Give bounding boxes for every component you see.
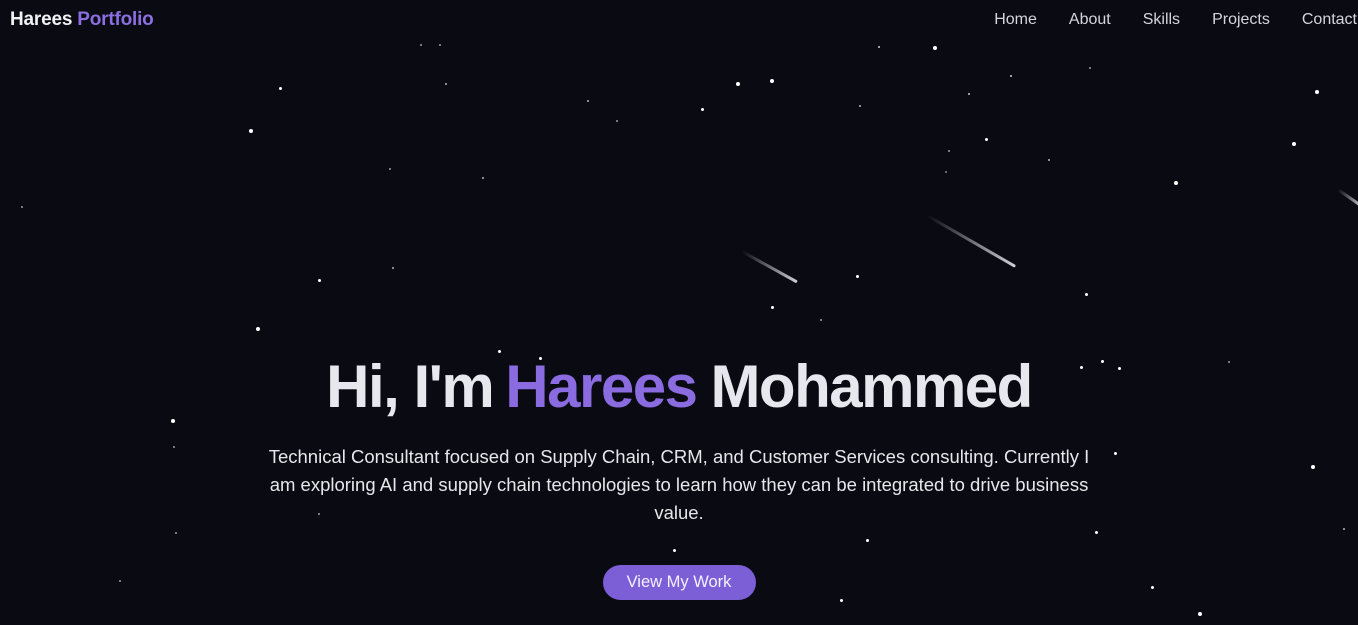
hero-subtitle: Technical Consultant focused on Supply C… <box>268 446 1090 523</box>
star <box>948 150 950 152</box>
star <box>856 275 859 278</box>
hero-title: Hi, I'm Harees Mohammed <box>326 352 1033 422</box>
star <box>945 171 947 173</box>
star <box>1198 612 1202 616</box>
star <box>770 79 774 83</box>
shooting-star <box>741 250 798 284</box>
brand-name: Harees <box>10 9 73 30</box>
nav-link-contact[interactable]: Contact <box>1302 11 1357 29</box>
brand-portfolio: Portfolio <box>77 9 154 30</box>
star <box>985 138 988 141</box>
hero-title-accent: Harees <box>505 353 698 420</box>
nav-link-projects[interactable]: Projects <box>1212 11 1270 29</box>
nav-link-about[interactable]: About <box>1069 11 1111 29</box>
star <box>1048 159 1050 161</box>
star <box>392 267 394 269</box>
star <box>482 177 484 179</box>
star <box>21 206 23 208</box>
star <box>701 108 704 111</box>
star <box>445 83 447 85</box>
star <box>420 44 422 46</box>
star <box>933 46 937 50</box>
star <box>616 120 618 122</box>
nav-link-skills[interactable]: Skills <box>1143 11 1180 29</box>
brand-logo[interactable]: Harees Portfolio <box>10 9 154 31</box>
star <box>859 105 861 107</box>
star <box>1089 67 1091 69</box>
star <box>1010 75 1012 77</box>
star <box>820 319 822 321</box>
shooting-star <box>926 214 1017 268</box>
star <box>318 279 321 282</box>
view-my-work-button[interactable]: View My Work <box>602 565 756 600</box>
star <box>736 82 740 86</box>
star <box>1174 181 1178 185</box>
hero-title-suffix: Mohammed <box>710 353 1033 420</box>
star <box>439 44 441 46</box>
nav-links: Home About Skills Projects Contact <box>994 11 1358 29</box>
hero-title-prefix: Hi, I'm <box>326 353 495 420</box>
star <box>279 87 282 90</box>
shooting-star <box>1337 188 1358 208</box>
hero-section: Hi, I'm Harees Mohammed Technical Consulta… <box>0 352 1358 600</box>
star <box>878 46 880 48</box>
top-navbar: Harees Portfolio Home About Skills Proje… <box>0 0 1358 40</box>
star <box>249 129 253 133</box>
star <box>389 168 391 170</box>
star <box>587 100 589 102</box>
star <box>1292 142 1296 146</box>
star <box>256 327 260 331</box>
star <box>968 93 970 95</box>
star <box>1315 90 1319 94</box>
star <box>1085 293 1088 296</box>
star <box>771 306 774 309</box>
nav-link-home[interactable]: Home <box>994 11 1037 29</box>
